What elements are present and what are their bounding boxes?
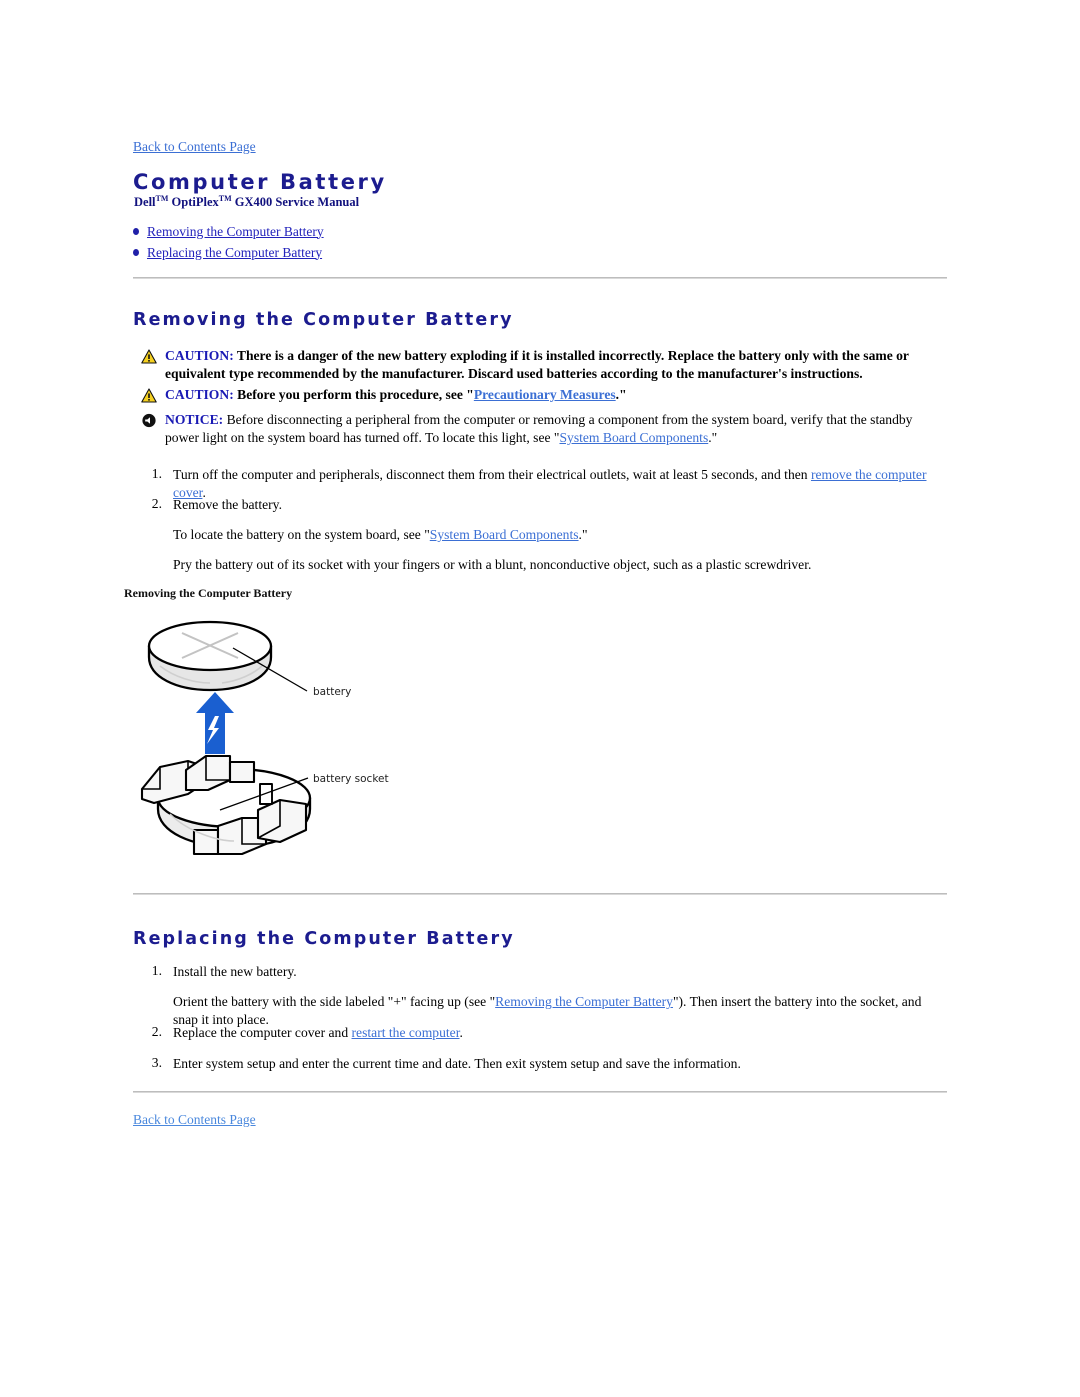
- battery-removal-diagram: battery battery socket: [130, 604, 470, 884]
- caution-body: There is a danger of the new battery exp…: [165, 348, 909, 381]
- notice-circle-icon: [141, 413, 159, 433]
- table-of-contents: Removing the Computer Battery Replacing …: [133, 221, 324, 263]
- step-number: 2.: [151, 1024, 162, 1039]
- caution-text: CAUTION: There is a danger of the new ba…: [159, 347, 947, 383]
- caution-block-battery-explosion: CAUTION: There is a danger of the new ba…: [141, 347, 947, 383]
- link-restart-the-computer[interactable]: restart the computer: [352, 1025, 460, 1040]
- notice-text: NOTICE: Before disconnecting a periphera…: [159, 411, 947, 447]
- substep-text-before: Orient the battery with the side labeled…: [173, 994, 496, 1009]
- back-to-contents-link-bottom[interactable]: Back to Contents Page: [133, 1112, 256, 1128]
- link-system-board-components[interactable]: System Board Components: [559, 430, 708, 445]
- caution-label: CAUTION:: [165, 348, 234, 363]
- figure-label-battery: battery: [313, 686, 351, 698]
- substep-locate-battery: To locate the battery on the system boar…: [173, 526, 948, 544]
- step-item-enter-system-setup: Enter system setup and enter the current…: [173, 1056, 741, 1071]
- section-heading-removing: Removing the Computer Battery: [133, 310, 514, 330]
- caution-label: CAUTION:: [165, 387, 234, 402]
- warning-triangle-icon: [141, 349, 159, 369]
- caution-body-after: .": [615, 387, 627, 402]
- trademark-symbol-1: TM: [155, 194, 169, 203]
- step-text-after: .: [459, 1025, 463, 1040]
- substep-pry-battery: Pry the battery out of its socket with y…: [173, 557, 812, 572]
- bullet-dot-icon: [133, 228, 139, 235]
- link-system-board-components[interactable]: System Board Components: [430, 527, 579, 542]
- warning-triangle-icon: [141, 388, 159, 408]
- subtitle-manual: GX400 Service Manual: [231, 195, 360, 210]
- bullet-dot-icon: [133, 249, 139, 256]
- step-item-remove-battery: Remove the battery.: [173, 497, 282, 512]
- notice-body-before: Before disconnecting a peripheral from t…: [165, 412, 913, 445]
- horizontal-divider: [133, 1091, 947, 1093]
- step-number: 3.: [151, 1055, 162, 1070]
- caution-body-before: Before you perform this procedure, see ": [233, 387, 474, 402]
- notice-body-after: .": [708, 430, 718, 445]
- horizontal-divider: [133, 893, 947, 895]
- step-text-before: Turn off the computer and peripherals, d…: [173, 467, 811, 482]
- battery-socket-illustration: [140, 754, 312, 856]
- substep-text-before: To locate the battery on the system boar…: [173, 527, 430, 542]
- step-text-before: Replace the computer cover and: [173, 1025, 352, 1040]
- notice-block-standby-power: NOTICE: Before disconnecting a periphera…: [141, 411, 947, 447]
- step-item-replace-cover: Replace the computer cover and restart t…: [173, 1024, 948, 1042]
- trademark-symbol-2: TM: [218, 194, 232, 203]
- link-removing-the-computer-battery[interactable]: Removing the Computer Battery: [495, 994, 673, 1009]
- page-subtitle: DellTM OptiPlexTM GX400 Service Manual: [134, 194, 359, 210]
- step-number: 2.: [151, 496, 162, 511]
- link-precautionary-measures[interactable]: Precautionary Measures: [474, 387, 616, 402]
- page-title: Computer Battery: [133, 170, 387, 194]
- step-number: 1.: [151, 963, 162, 978]
- caution-block-precautionary-measures: CAUTION: Before you perform this procedu…: [141, 386, 947, 408]
- notice-label: NOTICE:: [165, 412, 224, 427]
- back-to-contents-link-top[interactable]: Back to Contents Page: [133, 139, 256, 155]
- coin-cell-battery-illustration: [147, 620, 273, 692]
- figure-label-battery-socket: battery socket: [313, 773, 389, 785]
- subtitle-dell: Dell: [134, 195, 156, 210]
- toc-item-replacing[interactable]: Replacing the Computer Battery: [133, 242, 324, 263]
- step-item-install-new-battery: Install the new battery.: [173, 964, 297, 979]
- subtitle-optiplex: OptiPlex: [168, 195, 219, 210]
- section-heading-replacing: Replacing the Computer Battery: [133, 929, 515, 949]
- figure-caption: Removing the Computer Battery: [124, 586, 293, 600]
- direction-arrow-icon: [196, 692, 234, 754]
- horizontal-divider: [133, 277, 947, 279]
- toc-item-removing[interactable]: Removing the Computer Battery: [133, 221, 324, 242]
- step-number: 1.: [151, 466, 162, 481]
- substep-text-after: .": [578, 527, 588, 542]
- toc-link-replacing[interactable]: Replacing the Computer Battery: [147, 245, 322, 261]
- caution-text: CAUTION: Before you perform this procedu…: [159, 386, 627, 404]
- toc-link-removing[interactable]: Removing the Computer Battery: [147, 224, 324, 240]
